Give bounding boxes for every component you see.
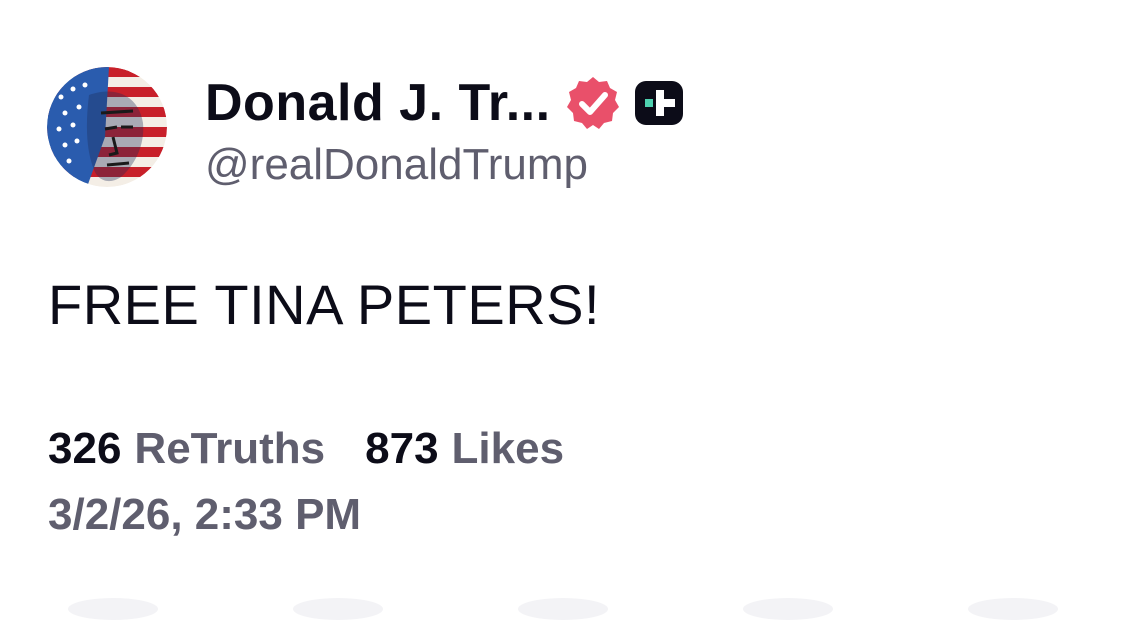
author-handle[interactable]: @realDonaldTrump [205, 140, 588, 190]
retruths-stat[interactable]: 326 ReTruths [48, 424, 325, 474]
display-name[interactable]: Donald J. Tr... [205, 73, 551, 133]
verified-badge-icon [565, 75, 621, 131]
more-button[interactable] [967, 598, 1058, 620]
share-button[interactable] [742, 598, 833, 620]
author-row: Donald J. Tr... [205, 72, 685, 134]
likes-count: 873 [365, 424, 439, 473]
post-text: FREE TINA PETERS! [48, 273, 601, 336]
reply-button[interactable] [67, 598, 158, 620]
retruth-button[interactable] [292, 598, 383, 620]
retruths-count: 326 [48, 424, 122, 473]
likes-stat[interactable]: 873 Likes [365, 424, 564, 474]
retruths-label: ReTruths [134, 424, 326, 473]
flag-portrait-avatar-icon [47, 67, 167, 187]
likes-label: Likes [451, 424, 565, 473]
post-stats: 326 ReTruths 873 Likes [48, 424, 604, 474]
truth-post: Donald J. Tr... @realDonaldTrump FREE TI… [0, 0, 1125, 620]
avatar[interactable] [47, 67, 167, 187]
action-bar [0, 598, 1125, 620]
truth-plus-icon [633, 79, 685, 127]
post-timestamp: 3/2/26, 2:33 PM [48, 490, 362, 539]
like-button[interactable] [517, 598, 608, 620]
